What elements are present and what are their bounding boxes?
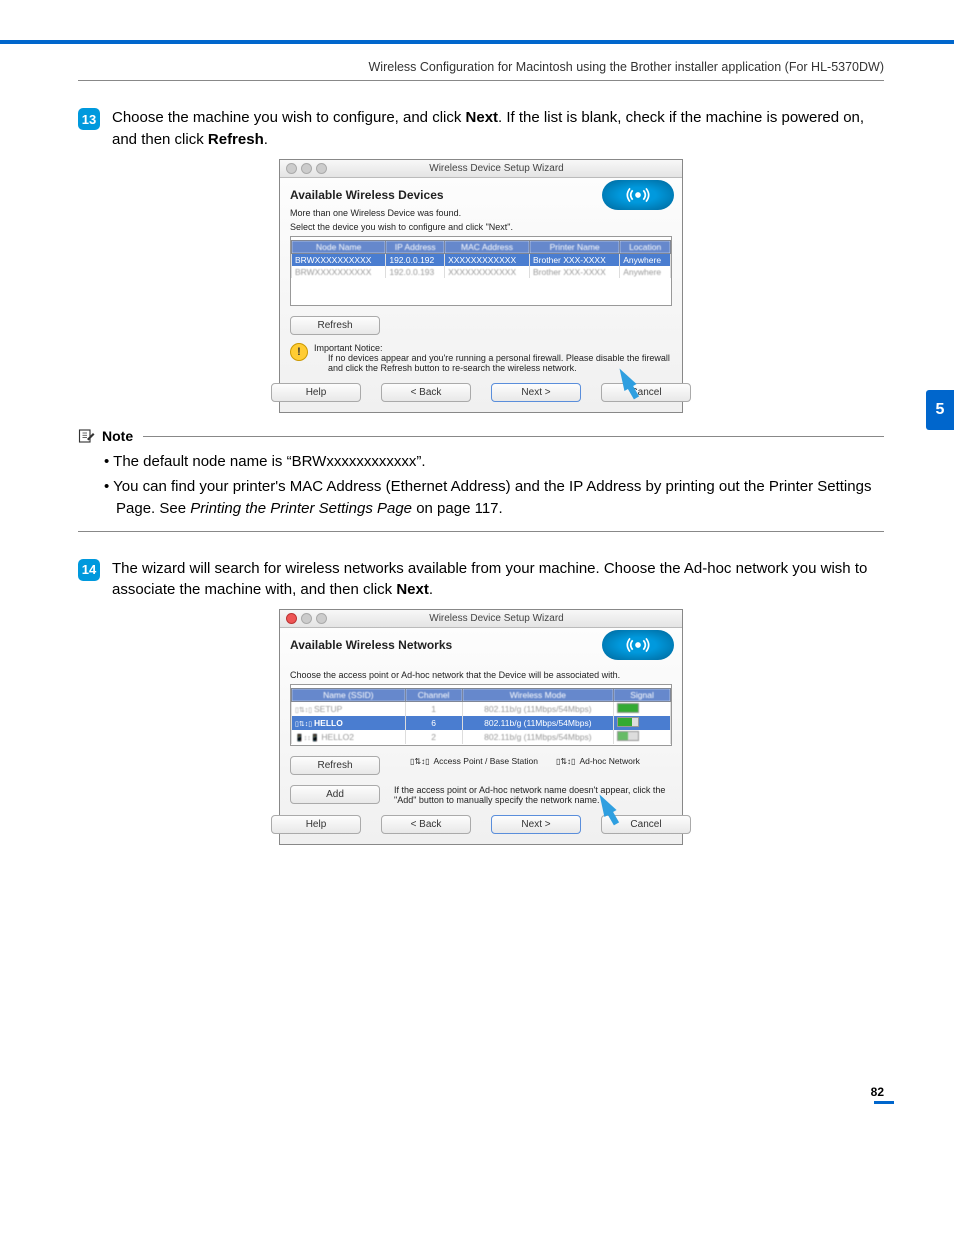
step13-text-a: Choose the machine you wish to configure… (112, 109, 466, 126)
refresh-button[interactable]: Refresh (290, 316, 380, 335)
step14-text-a: The wizard will search for wireless netw… (112, 560, 867, 599)
note-label: Note (102, 428, 133, 444)
wizard-devices-screenshot: Wireless Device Setup Wizard Available W… (279, 159, 683, 414)
col-ip: IP Address (386, 241, 445, 254)
step-number-icon: 13 (78, 108, 100, 130)
warning-icon: ! (290, 343, 308, 361)
cancel-button[interactable]: Cancel (601, 383, 691, 402)
table-row[interactable]: BRWXXXXXXXXXX 192.0.0.193 XXXXXXXXXXXX B… (292, 266, 671, 278)
col-printer: Printer Name (530, 241, 620, 254)
wizard-networks-screenshot: Wireless Device Setup Wizard Available W… (279, 609, 683, 845)
add-button[interactable]: Add (290, 785, 380, 804)
window-title: Wireless Device Setup Wizard (317, 613, 676, 624)
back-button[interactable]: < Back (381, 815, 471, 834)
add-help-text: If the access point or Ad-hoc network na… (394, 785, 665, 805)
step13-bold-next: Next (466, 109, 499, 126)
table-row[interactable]: 📱↕↕📱 HELLO2 2 802.11b/g (11Mbps/54Mbps) (292, 730, 671, 744)
col-node: Node Name (292, 241, 386, 254)
brand-logo-icon (602, 180, 674, 210)
networks-table[interactable]: Name (SSID) Channel Wireless Mode Signal… (291, 688, 671, 744)
col-mode: Wireless Mode (462, 689, 614, 702)
table-row[interactable]: ▯⇅↕▯ HELLO 6 802.11b/g (11Mbps/54Mbps) (292, 716, 671, 730)
back-button[interactable]: < Back (381, 383, 471, 402)
window-title: Wireless Device Setup Wizard (317, 163, 676, 174)
signal-icon (617, 703, 639, 713)
col-signal: Signal (614, 689, 671, 702)
table-row[interactable]: ▯⇅↕▯ SETUP 1 802.11b/g (11Mbps/54Mbps) (292, 702, 671, 717)
step-number-icon: 14 (78, 559, 100, 581)
col-channel: Channel (405, 689, 462, 702)
step13-text-c: . (264, 131, 268, 148)
step-14: 14 The wizard will search for wireless n… (78, 558, 884, 602)
page-number: 82 (0, 1085, 954, 1099)
note-block: Note • The default node name is “BRWxxxx… (78, 427, 884, 532)
signal-icon (617, 731, 639, 741)
note-pencil-icon (78, 427, 96, 445)
notice-heading: Important Notice: (314, 343, 672, 353)
signal-icon (617, 717, 639, 727)
col-ssid: Name (SSID) (292, 689, 406, 702)
help-button[interactable]: Help (271, 383, 361, 402)
col-mac: MAC Address (445, 241, 530, 254)
note-bullet-2-italic: Printing the Printer Settings Page (190, 500, 412, 517)
legend-ap: ▯⇅↕▯ Access Point / Base Station (410, 756, 538, 766)
step14-bold-next: Next (396, 581, 429, 598)
note-bullet-1: The default node name is “BRWxxxxxxxxxxx… (113, 453, 425, 470)
refresh-button[interactable]: Refresh (290, 756, 380, 775)
wizard-subtext-2: Select the device you wish to configure … (290, 222, 672, 233)
help-button[interactable]: Help (271, 815, 361, 834)
next-button[interactable]: Next > (491, 383, 581, 402)
note-bullet-2b: on page 117. (412, 500, 503, 517)
step14-text-b: . (429, 581, 433, 598)
wizard-subtext: Choose the access point or Ad-hoc networ… (290, 670, 672, 681)
table-row[interactable]: BRWXXXXXXXXXX 192.0.0.192 XXXXXXXXXXXX B… (292, 254, 671, 267)
page-header: Wireless Configuration for Macintosh usi… (0, 44, 954, 78)
devices-table[interactable]: Node Name IP Address MAC Address Printer… (291, 240, 671, 278)
next-button[interactable]: Next > (491, 815, 581, 834)
step13-bold-refresh: Refresh (208, 131, 264, 148)
legend-adhoc: ▯⇅↕▯ Ad-hoc Network (556, 756, 640, 766)
col-location: Location (620, 241, 671, 254)
brand-logo-icon (602, 630, 674, 660)
chapter-tab: 5 (926, 390, 954, 430)
step-13: 13 Choose the machine you wish to config… (78, 107, 884, 151)
